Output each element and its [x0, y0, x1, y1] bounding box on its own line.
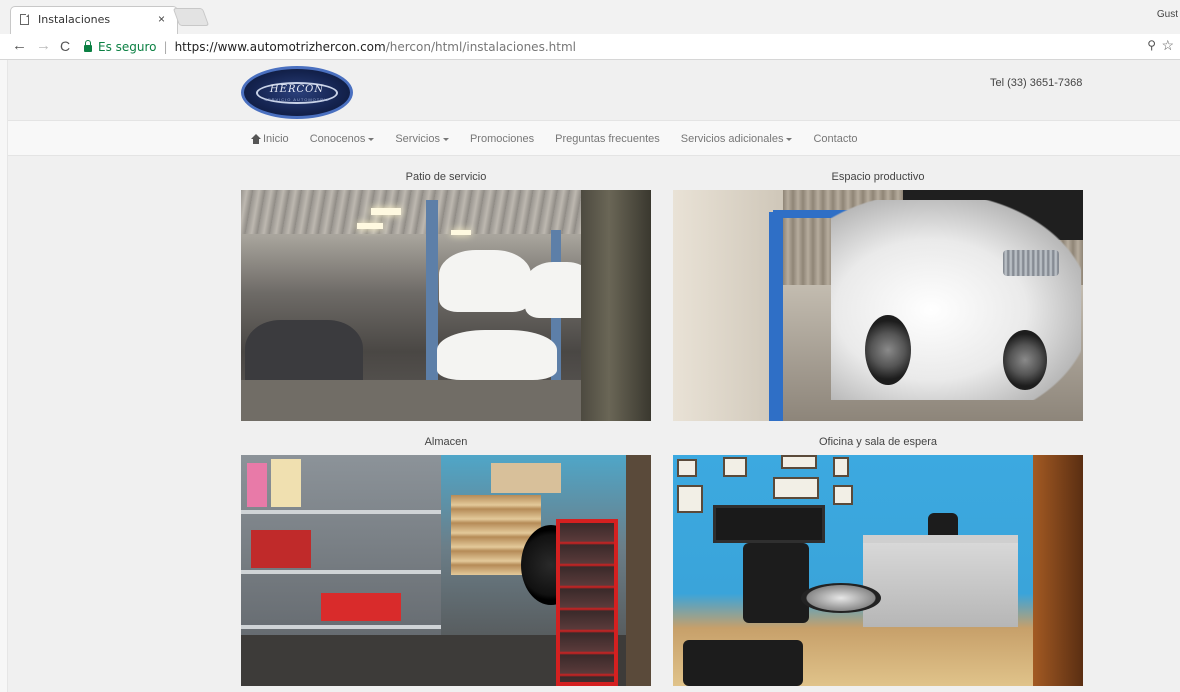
back-arrow-icon[interactable]: ←: [12, 37, 27, 55]
photo-detail: [439, 250, 531, 312]
main-navbar: Inicio Conocenos Servicios Promociones P…: [8, 120, 1180, 156]
nav-item-label: Servicios adicionales: [680, 133, 784, 145]
photo-detail: [251, 530, 311, 568]
photo-detail: [371, 208, 401, 215]
nav-item-inicio[interactable]: Inicio: [251, 133, 289, 145]
photo-patio-de-servicio: [241, 190, 651, 421]
photo-detail: [321, 593, 401, 621]
nav-item-label: Servicios: [395, 133, 440, 145]
photo-detail: [723, 457, 747, 477]
nav-item-preguntas-frecuentes[interactable]: Preguntas frecuentes: [555, 133, 660, 145]
photo-detail: [1003, 250, 1059, 276]
nav-list: Inicio Conocenos Servicios Promociones P…: [251, 121, 879, 157]
logo-text: HERCON: [269, 83, 325, 95]
photo-detail: [833, 485, 853, 505]
photo-detail: [677, 485, 703, 513]
gallery-item-patio: Patio de servicio: [241, 156, 651, 421]
nav-item-conocenos[interactable]: Conocenos: [310, 133, 375, 145]
address-separator: |: [163, 40, 168, 54]
photo-detail: [865, 315, 911, 385]
site-logo[interactable]: HERCON SERVICIO AUTOMOTRIZ: [241, 66, 353, 119]
photo-detail: [743, 543, 809, 623]
photo-detail: [357, 223, 383, 229]
nav-item-label: Promociones: [469, 133, 535, 145]
secure-label: Es seguro: [98, 40, 157, 54]
photo-detail: [773, 477, 819, 499]
nav-item-label: Conocenos: [309, 133, 366, 145]
photo-detail: [241, 570, 441, 574]
new-tab-button[interactable]: [172, 8, 210, 26]
chevron-down-icon: [368, 137, 375, 141]
photo-detail: [833, 457, 849, 477]
nav-item-servicios-adicionales[interactable]: Servicios adicionales: [681, 133, 793, 145]
gallery-item-espacio: Espacio productivo: [673, 156, 1083, 421]
photo-detail: [581, 190, 651, 421]
page-icon: [20, 13, 29, 25]
gallery-item-title: Espacio productivo: [831, 171, 925, 183]
profile-label[interactable]: Gust: [1157, 9, 1178, 20]
photo-detail: [1003, 330, 1047, 390]
photo-detail: [271, 459, 301, 507]
logo-subtext: SERVICIO AUTOMOTRIZ: [264, 96, 330, 102]
gallery-item-almacen: Almacen: [241, 421, 651, 686]
facilities-gallery: Patio de servicio Espacio productivo Alm…: [8, 156, 1180, 692]
nav-item-label: Inicio: [263, 133, 289, 145]
photo-detail: [677, 459, 697, 477]
url-host: https://www.automotrizhercon.com: [174, 40, 386, 54]
gallery-item-oficina: Oficina y sala de espera: [673, 421, 1083, 686]
photo-detail: [451, 230, 471, 235]
chevron-down-icon: [786, 137, 793, 141]
photo-detail: [437, 330, 557, 380]
address-bar[interactable]: Es seguro | https://www.automotrizhercon…: [84, 37, 1144, 57]
lock-icon: [84, 40, 92, 52]
photo-detail: [863, 535, 1018, 627]
nav-item-promociones[interactable]: Promociones: [470, 133, 534, 145]
photo-detail: [801, 583, 881, 613]
photo-oficina-y-sala-de-espera: [673, 455, 1083, 686]
forward-arrow-icon[interactable]: →: [36, 37, 51, 55]
star-icon[interactable]: ☆: [1161, 37, 1174, 54]
photo-detail: [1033, 455, 1083, 686]
gallery-item-title: Oficina y sala de espera: [818, 436, 937, 448]
page-content: HERCON SERVICIO AUTOMOTRIZ Tel (33) 3651…: [0, 60, 1180, 692]
photo-detail: [247, 463, 267, 507]
close-icon[interactable]: ×: [158, 12, 165, 26]
page-left-edge: [0, 60, 8, 692]
photo-detail: [713, 505, 825, 543]
photo-detail: [556, 519, 618, 686]
photo-detail: [626, 455, 651, 686]
photo-detail: [673, 190, 783, 421]
chevron-down-icon: [442, 137, 449, 141]
photo-detail: [683, 640, 803, 686]
photo-detail: [241, 625, 441, 629]
nav-item-label: Contacto: [813, 133, 858, 145]
nav-item-servicios[interactable]: Servicios: [395, 133, 449, 145]
photo-detail: [241, 510, 441, 514]
browser-tab-content[interactable]: Instalaciones: [20, 9, 180, 29]
phone-number: Tel (33) 3651-7368: [990, 77, 1083, 89]
url-path: /hercon/html/instalaciones.html: [385, 40, 576, 54]
nav-item-contacto[interactable]: Contacto: [813, 133, 857, 145]
photo-almacen: [241, 455, 651, 686]
home-icon: [251, 133, 261, 144]
browser-tab-strip: Instalaciones × Gust: [0, 0, 1180, 34]
photo-espacio-productivo: [673, 190, 1083, 421]
reload-icon[interactable]: C: [60, 37, 70, 55]
photo-detail: [491, 463, 561, 493]
photo-detail: [769, 212, 783, 421]
photo-detail: [781, 455, 817, 469]
gallery-item-title: Patio de servicio: [405, 171, 487, 183]
zoom-icon[interactable]: ⚲: [1147, 38, 1156, 52]
browser-toolbar: ← → C Es seguro | https://www.automotriz…: [0, 34, 1180, 60]
nav-item-label: Preguntas frecuentes: [555, 133, 660, 145]
site-header: HERCON SERVICIO AUTOMOTRIZ Tel (33) 3651…: [8, 60, 1180, 120]
gallery-item-title: Almacen: [424, 436, 468, 448]
